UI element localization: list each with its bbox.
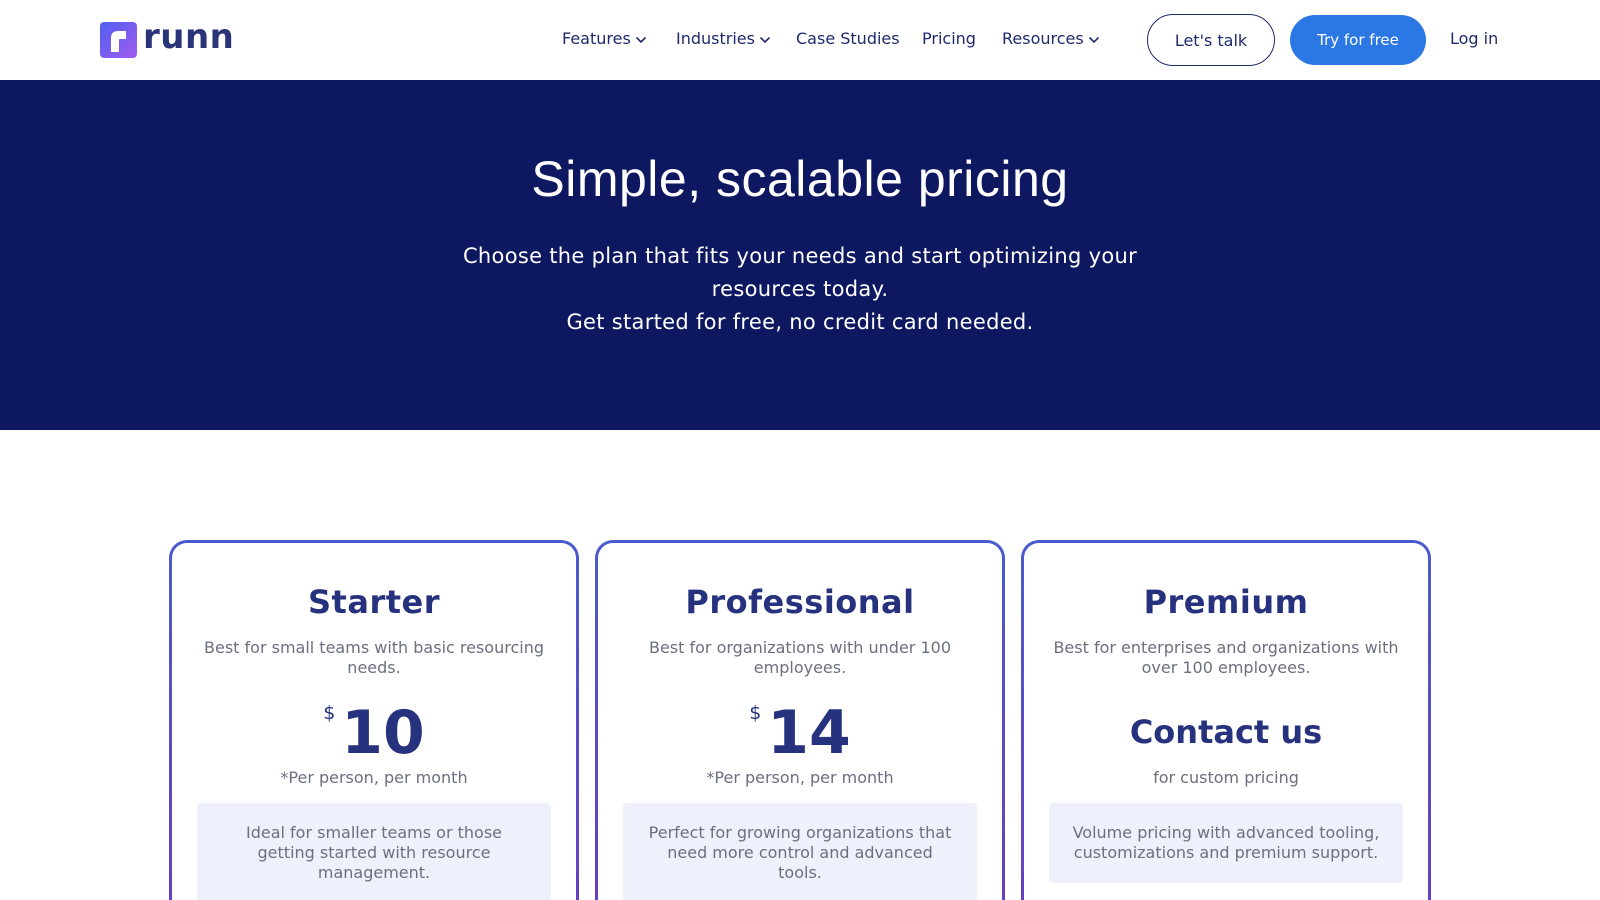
page-title: Simple, scalable pricing	[531, 151, 1069, 207]
nav-pricing-label: Pricing	[922, 29, 976, 48]
nav-industries[interactable]: Industries	[676, 29, 771, 48]
nav-resources[interactable]: Resources	[1002, 29, 1100, 48]
hero-subtitle: Choose the plan that fits your needs and…	[450, 240, 1150, 339]
plan-card-professional: Professional Best for organizations with…	[595, 540, 1005, 900]
plan-summary: Perfect for growing organizations that n…	[623, 803, 977, 900]
chevron-down-icon	[759, 29, 771, 48]
contact-us-heading: Contact us	[1129, 713, 1323, 751]
plan-description: Best for enterprises and organizations w…	[1053, 638, 1399, 677]
plan-summary: Volume pricing with advanced tooling, cu…	[1049, 803, 1403, 883]
price-note: *Per person, per month	[280, 768, 468, 787]
price-amount: 14	[767, 698, 851, 768]
price-note: *Per person, per month	[706, 768, 894, 787]
top-navigation: runn Features Industries Case Studies Pr…	[0, 0, 1600, 80]
nav-case-studies[interactable]: Case Studies	[796, 29, 900, 48]
price-currency: $	[323, 702, 336, 724]
plan-card-premium: Premium Best for enterprises and organiz…	[1021, 540, 1431, 900]
plan-price: $ 10	[172, 698, 576, 768]
nav-features[interactable]: Features	[562, 29, 647, 48]
price-amount: 10	[341, 698, 425, 768]
plan-card-starter: Starter Best for small teams with basic …	[169, 540, 579, 900]
chevron-down-icon	[635, 29, 647, 48]
hero-subtitle-line2: Get started for free, no credit card nee…	[566, 310, 1034, 334]
runn-logo-icon	[100, 22, 137, 58]
runn-logo[interactable]: runn	[100, 17, 235, 58]
nav-pricing[interactable]: Pricing	[922, 29, 976, 48]
plan-description: Best for small teams with basic resourci…	[204, 638, 544, 677]
price-note: for custom pricing	[1153, 768, 1299, 787]
nav-resources-label: Resources	[1002, 29, 1084, 48]
chevron-down-icon	[1088, 29, 1100, 48]
nav-industries-label: Industries	[676, 29, 755, 48]
plan-name: Professional	[685, 583, 915, 621]
login-link[interactable]: Log in	[1450, 29, 1498, 48]
plan-name: Premium	[1143, 583, 1309, 621]
plan-summary: Ideal for smaller teams or those getting…	[197, 803, 551, 900]
plan-name: Starter	[308, 583, 440, 621]
nav-features-label: Features	[562, 29, 631, 48]
price-currency: $	[749, 702, 762, 724]
lets-talk-button[interactable]: Let's talk	[1147, 14, 1275, 66]
plan-price: $ 14	[598, 698, 1002, 768]
hero-subtitle-line1: Choose the plan that fits your needs and…	[462, 244, 1138, 301]
plan-description: Best for organizations with under 100 em…	[648, 638, 952, 677]
hero-section: Simple, scalable pricing Choose the plan…	[0, 80, 1600, 430]
logo-text: runn	[143, 17, 235, 57]
try-for-free-button[interactable]: Try for free	[1290, 15, 1426, 65]
nav-case-studies-label: Case Studies	[796, 29, 900, 48]
